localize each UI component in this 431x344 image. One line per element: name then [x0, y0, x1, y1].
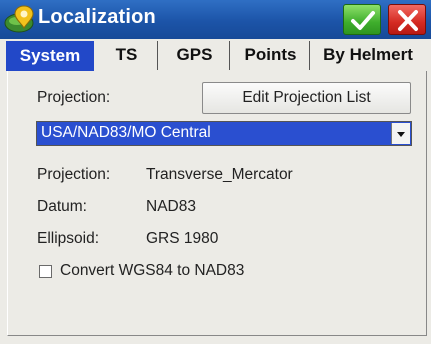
ok-button[interactable]: [343, 4, 381, 35]
projection-dropdown[interactable]: USA/NAD83/MO Central: [36, 121, 412, 146]
chevron-down-icon: [397, 132, 405, 137]
detail-projection-label: Projection:: [37, 166, 111, 183]
dropdown-arrow-button[interactable]: [391, 123, 410, 144]
tab-gps[interactable]: GPS: [160, 41, 230, 70]
tab-points[interactable]: Points: [232, 41, 310, 70]
detail-ellipsoid-value: GRS 1980: [146, 230, 219, 247]
tab-by-helmert[interactable]: By Helmert: [312, 41, 424, 70]
detail-projection-value: Transverse_Mercator: [146, 166, 293, 183]
checkmark-icon: [351, 11, 375, 30]
title-bar: Localization: [0, 0, 431, 39]
projection-selected-value: USA/NAD83/MO Central: [41, 124, 211, 141]
tab-system[interactable]: System: [6, 41, 94, 71]
projection-label: Projection:: [37, 89, 111, 106]
convert-wgs84-checkbox[interactable]: [39, 265, 52, 278]
detail-datum-label: Datum:: [37, 198, 87, 215]
detail-datum-value: NAD83: [146, 198, 196, 215]
convert-wgs84-label[interactable]: Convert WGS84 to NAD83: [60, 262, 244, 280]
edit-projection-list-button[interactable]: Edit Projection List: [202, 82, 411, 114]
close-button[interactable]: [388, 4, 426, 35]
tab-ts[interactable]: TS: [96, 41, 158, 70]
window-title: Localization: [38, 6, 156, 28]
detail-ellipsoid-label: Ellipsoid:: [37, 230, 100, 247]
close-icon: [398, 10, 418, 31]
globe-pin-icon: [4, 5, 34, 33]
